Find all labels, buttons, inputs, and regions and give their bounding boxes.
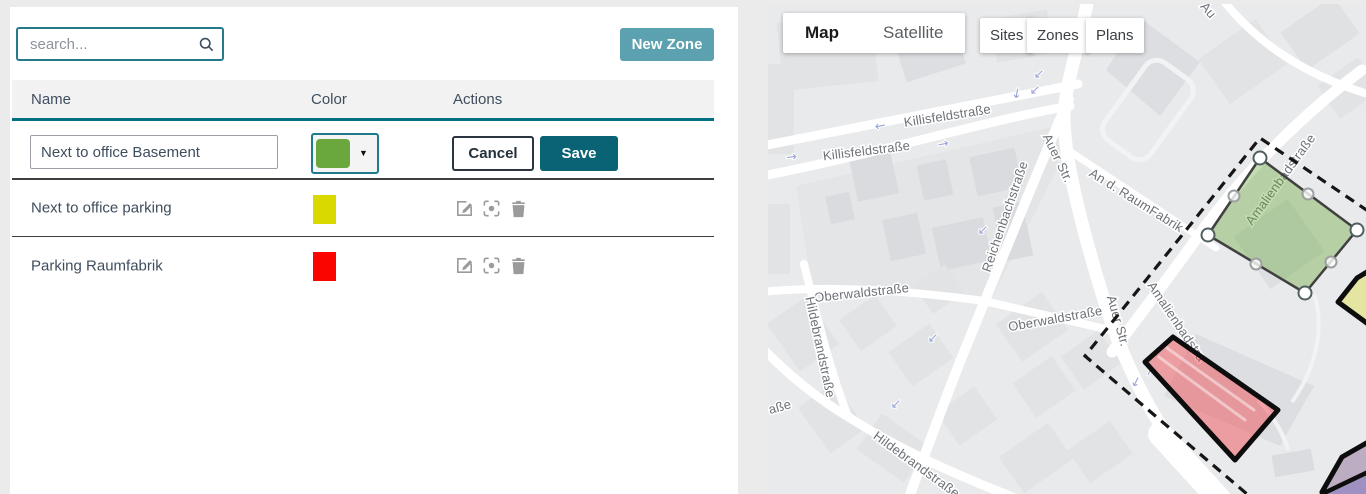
search-box[interactable] <box>16 27 224 61</box>
zone-color-swatch <box>313 252 336 281</box>
zone-edit-row: ▼ Cancel Save <box>12 122 714 180</box>
svg-text:→: → <box>785 149 798 165</box>
plans-button[interactable]: Plans <box>1086 18 1144 53</box>
header-color: Color <box>311 91 453 108</box>
trash-icon <box>508 198 529 219</box>
cancel-button[interactable]: Cancel <box>452 136 534 171</box>
zone-polygon-yellow[interactable] <box>1338 246 1366 324</box>
midpoint-handle[interactable] <box>1303 189 1314 200</box>
search-icon <box>190 36 222 53</box>
pencil-square-icon <box>454 198 475 219</box>
new-zone-button[interactable]: New Zone <box>620 28 714 61</box>
crosshair-icon <box>481 198 502 219</box>
header-actions: Actions <box>453 91 714 108</box>
map-type-control: Map Satellite <box>783 13 965 53</box>
zones-button[interactable]: Zones <box>1027 18 1089 53</box>
color-dropdown[interactable]: ▼ <box>311 133 379 174</box>
table-header: Name Color Actions <box>12 80 714 121</box>
midpoint-handle[interactable] <box>1326 257 1337 268</box>
edit-zone-button[interactable] <box>452 196 476 220</box>
zone-color-swatch <box>313 195 336 224</box>
vertex-handle[interactable] <box>1202 229 1215 242</box>
edit-zone-button[interactable] <box>452 254 476 278</box>
delete-zone-button[interactable] <box>506 254 530 278</box>
street-label: Au <box>1197 4 1219 21</box>
table-row: Parking Raumfabrik <box>12 237 714 294</box>
midpoint-handle[interactable] <box>1229 191 1240 202</box>
sites-button[interactable]: Sites <box>980 18 1033 53</box>
trash-icon <box>508 255 529 276</box>
map-type-map-button[interactable]: Map <box>783 13 861 53</box>
zone-name: Next to office parking <box>31 200 172 217</box>
zone-list-panel: New Zone Name Color Actions ▼ Cancel Sav… <box>10 7 738 494</box>
svg-text:↙: ↙ <box>891 397 902 412</box>
svg-text:↙: ↙ <box>978 223 989 238</box>
crosshair-icon <box>481 255 502 276</box>
color-swatch-selected <box>316 139 350 168</box>
street-label: aße <box>768 396 793 417</box>
vertex-handle[interactable] <box>1254 152 1267 165</box>
zone-name: Parking Raumfabrik <box>31 257 163 274</box>
map-type-satellite-button[interactable]: Satellite <box>861 13 965 53</box>
search-input[interactable] <box>18 36 190 53</box>
map-canvas[interactable]: ← → → ↓ ↙ ↙ ↙ ↙ ↙ ↓ ↑ Killisfeldstraße K… <box>768 4 1366 494</box>
svg-text:↙: ↙ <box>1034 67 1045 82</box>
svg-text:↙: ↙ <box>928 331 939 346</box>
locate-zone-button[interactable] <box>479 196 503 220</box>
header-name: Name <box>12 91 311 108</box>
svg-text:↓: ↓ <box>1010 86 1023 103</box>
dropdown-arrow-icon: ▼ <box>350 149 377 158</box>
midpoint-handle[interactable] <box>1251 259 1262 270</box>
table-row: Next to office parking <box>12 180 714 237</box>
zone-name-input[interactable] <box>30 135 278 169</box>
save-button[interactable]: Save <box>540 136 618 171</box>
vertex-handle[interactable] <box>1351 224 1364 237</box>
map-container: ← → → ↓ ↙ ↙ ↙ ↙ ↙ ↓ ↑ Killisfeldstraße K… <box>768 4 1366 494</box>
vertex-handle[interactable] <box>1299 287 1312 300</box>
locate-zone-button[interactable] <box>479 254 503 278</box>
zone-polygon-green-selected[interactable] <box>1208 158 1357 293</box>
street-label: An d. RaumFabrik <box>1087 165 1187 235</box>
svg-text:↙: ↙ <box>1030 83 1041 98</box>
delete-zone-button[interactable] <box>506 196 530 220</box>
svg-text:→: → <box>937 136 951 153</box>
pencil-square-icon <box>454 255 475 276</box>
